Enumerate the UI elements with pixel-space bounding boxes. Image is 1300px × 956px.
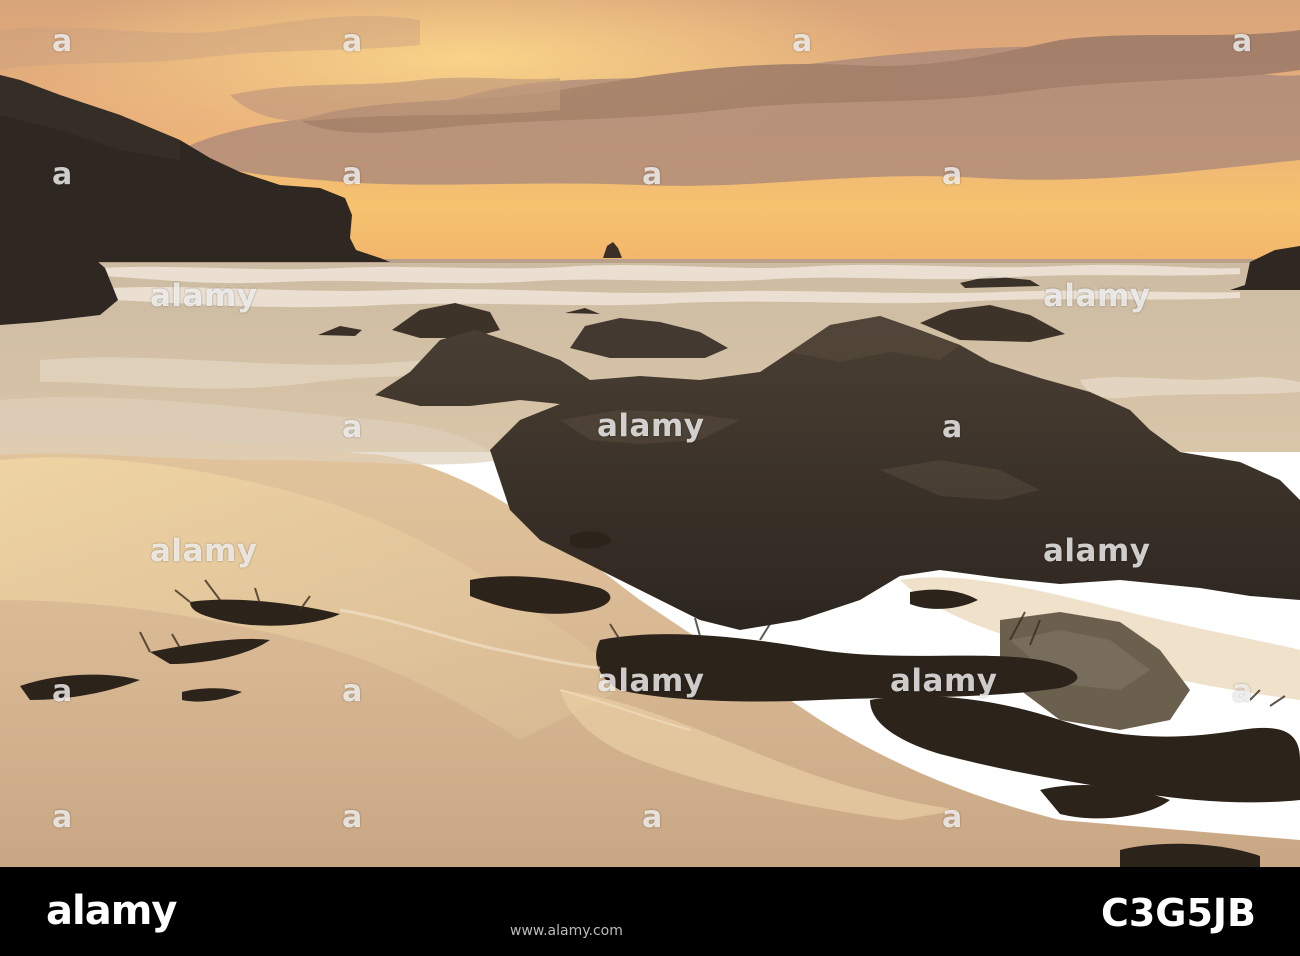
- beach-sunset-photo: a a a a a a a a alamy alamy alamy a a al…: [0, 0, 1300, 867]
- stock-footer-bar: alamy C3G5JB www.alamy.com: [0, 867, 1300, 956]
- scene-graphic: [0, 0, 1300, 867]
- alamy-logo-text: alamy: [46, 888, 177, 934]
- site-url: www.alamy.com: [510, 923, 623, 939]
- alamy-logo: alamy: [46, 887, 177, 935]
- image-id: C3G5JB: [1100, 891, 1256, 935]
